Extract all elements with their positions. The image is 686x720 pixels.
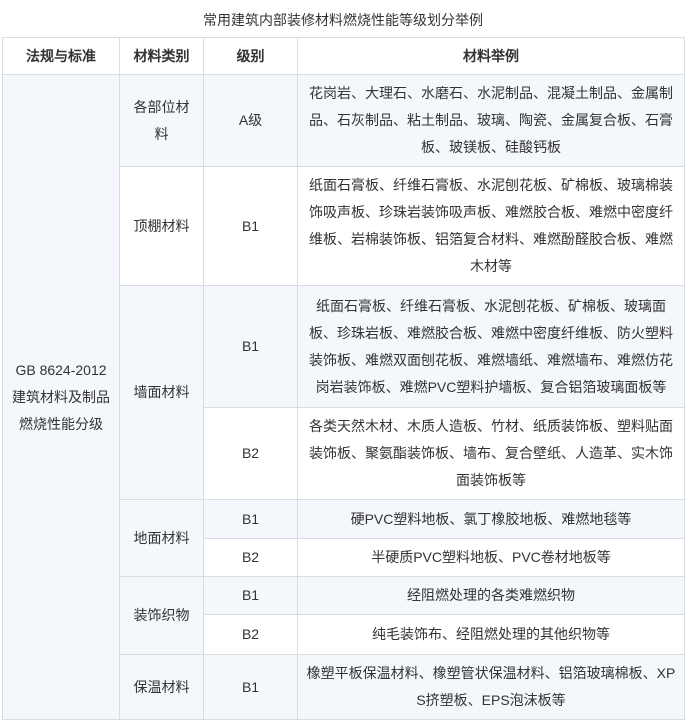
page-title: 常用建筑内部装修材料燃烧性能等级划分举例 bbox=[0, 0, 686, 37]
col-header-level: 级别 bbox=[204, 38, 298, 75]
examples-cell-wall-b1: 纸面石膏板、纤维石膏板、水泥刨花板、矿棉板、玻璃面板、珍珠岩板、难燃胶合板、难燃… bbox=[298, 286, 685, 408]
regulation-cell: GB 8624-2012建筑材料及制品燃烧性能分级 bbox=[3, 75, 120, 720]
col-header-examples: 材料举例 bbox=[298, 38, 685, 75]
examples-cell-all-parts-a: 花岗岩、大理石、水磨石、水泥制品、混凝土制品、金属制品、石灰制品、粘土制品、玻璃… bbox=[298, 75, 685, 167]
col-header-regulation: 法规与标准 bbox=[3, 38, 120, 75]
page: 常用建筑内部装修材料燃烧性能等级划分举例 法规与标准 材料类别 级别 材料举例 … bbox=[0, 0, 686, 720]
level-cell-b2: B2 bbox=[204, 539, 298, 577]
level-cell-b1: B1 bbox=[204, 167, 298, 286]
level-cell-b2: B2 bbox=[204, 408, 298, 500]
examples-cell-insulation-b1: 橡塑平板保温材料、橡塑管状保温材料、铝箔玻璃棉板、XPS挤塑板、EPS泡沫板等 bbox=[298, 655, 685, 720]
level-cell-b1: B1 bbox=[204, 577, 298, 615]
category-cell-ceiling: 顶棚材料 bbox=[120, 167, 204, 286]
level-cell-a: A级 bbox=[204, 75, 298, 167]
category-cell-all-parts: 各部位材料 bbox=[120, 75, 204, 167]
examples-cell-wall-b2: 各类天然木材、木质人造板、竹材、纸质装饰板、塑料贴面装饰板、聚氨酯装饰板、墙布、… bbox=[298, 408, 685, 500]
examples-cell-fabric-b1: 经阻燃处理的各类难燃织物 bbox=[298, 577, 685, 615]
examples-cell-floor-b1: 硬PVC塑料地板、氯丁橡胶地板、难燃地毯等 bbox=[298, 500, 685, 539]
category-cell-floor: 地面材料 bbox=[120, 500, 204, 577]
col-header-category: 材料类别 bbox=[120, 38, 204, 75]
category-cell-wall: 墙面材料 bbox=[120, 286, 204, 500]
examples-cell-fabric-b2: 纯毛装饰布、经阻燃处理的其他织物等 bbox=[298, 615, 685, 655]
materials-table: 法规与标准 材料类别 级别 材料举例 GB 8624-2012建筑材料及制品燃烧… bbox=[2, 37, 685, 720]
category-cell-insulation: 保温材料 bbox=[120, 655, 204, 720]
header-row: 法规与标准 材料类别 级别 材料举例 bbox=[3, 38, 685, 75]
level-cell-b1: B1 bbox=[204, 286, 298, 408]
table-row-all-parts-a: GB 8624-2012建筑材料及制品燃烧性能分级 各部位材料 A级 花岗岩、大… bbox=[3, 75, 685, 167]
level-cell-b1: B1 bbox=[204, 655, 298, 720]
category-cell-fabric: 装饰织物 bbox=[120, 577, 204, 655]
examples-cell-floor-b2: 半硬质PVC塑料地板、PVC卷材地板等 bbox=[298, 539, 685, 577]
level-cell-b1: B1 bbox=[204, 500, 298, 539]
level-cell-b2: B2 bbox=[204, 615, 298, 655]
examples-cell-ceiling-b1: 纸面石膏板、纤维石膏板、水泥刨花板、矿棉板、玻璃棉装饰吸声板、珍珠岩装饰吸声板、… bbox=[298, 167, 685, 286]
